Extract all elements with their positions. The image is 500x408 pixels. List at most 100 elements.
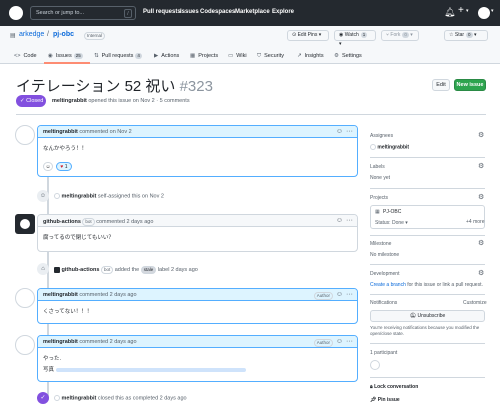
create-branch-link[interactable]: Create a branch bbox=[370, 282, 406, 288]
nav-codespaces[interactable]: Codespaces bbox=[200, 9, 235, 15]
book-icon: ▭ bbox=[228, 53, 234, 59]
issue-title-text: イテレーション 52 祝い bbox=[16, 78, 176, 95]
tab-pull-requests-label: Pull requests bbox=[101, 53, 134, 59]
event-author[interactable]: meltingrabbit bbox=[62, 395, 97, 401]
github-logo-icon[interactable] bbox=[9, 6, 23, 20]
nav-issues[interactable]: Issues bbox=[180, 9, 199, 15]
graph-icon: ↗ bbox=[297, 53, 302, 59]
kebab-icon[interactable]: ··· bbox=[346, 217, 353, 224]
kebab-icon[interactable]: ··· bbox=[346, 291, 353, 298]
edit-button[interactable]: Edit bbox=[432, 79, 450, 91]
project-name[interactable]: PJ-OBC bbox=[383, 209, 401, 215]
blurred-link[interactable] bbox=[55, 367, 246, 372]
project-status[interactable]: Status: Done ▾ bbox=[375, 220, 408, 226]
projects-more[interactable]: +4 more bbox=[466, 219, 484, 225]
avatar[interactable] bbox=[15, 125, 35, 145]
gear-icon[interactable]: ⚙ bbox=[478, 239, 484, 247]
smiley-icon[interactable]: ☺ bbox=[336, 217, 343, 224]
assignee[interactable]: meltingrabbit bbox=[370, 144, 409, 150]
gear-icon[interactable]: ⚙ bbox=[478, 162, 484, 170]
kebab-icon[interactable]: ··· bbox=[346, 128, 353, 135]
tab-issues-label: Issues bbox=[55, 53, 72, 59]
search-input[interactable]: Search or jump to... / bbox=[30, 6, 136, 20]
table-icon: ▦ bbox=[190, 53, 196, 59]
avatar[interactable] bbox=[15, 335, 35, 355]
kebab-icon[interactable]: ··· bbox=[346, 338, 353, 345]
tab-settings[interactable]: ⚙ Settings bbox=[334, 53, 362, 59]
unsubscribe-button[interactable]: 🔕︎ Unsubscribe bbox=[370, 310, 485, 322]
pin-issue[interactable]: 📌︎ Pin issue bbox=[370, 397, 400, 403]
plus-icon[interactable]: + bbox=[458, 5, 464, 16]
tab-wiki[interactable]: ▭ Wiki bbox=[228, 53, 247, 59]
smiley-icon[interactable]: ☺ bbox=[336, 128, 343, 135]
star-button[interactable]: ☆ Star 0 ▾ bbox=[444, 30, 488, 41]
gear-icon[interactable]: ⚙ bbox=[478, 131, 484, 139]
customize-link[interactable]: Customize bbox=[463, 300, 487, 306]
comment-body-line-2: 写真 bbox=[43, 365, 352, 373]
repo-name[interactable]: pj-obc bbox=[53, 31, 74, 38]
avatar[interactable] bbox=[54, 395, 60, 401]
new-issue-button[interactable]: New issue bbox=[454, 79, 486, 91]
nav-marketplace[interactable]: Marketplace bbox=[235, 9, 270, 15]
tab-issues[interactable]: ◉ Issues 25 bbox=[48, 53, 83, 59]
comment-time[interactable]: commented 2 days ago bbox=[79, 292, 136, 298]
project-status-text: Status: Done bbox=[375, 220, 404, 226]
reaction-add-button[interactable]: ☺ bbox=[43, 162, 53, 171]
comment-time[interactable]: commented 2 days ago bbox=[96, 219, 153, 225]
comment-time[interactable]: commented on Nov 2 bbox=[79, 129, 131, 135]
gear-icon[interactable]: ⚙ bbox=[478, 193, 484, 201]
github-actions-avatar[interactable] bbox=[15, 214, 35, 234]
assign-event: meltingrabbit self-assigned this on Nov … bbox=[54, 193, 164, 199]
status-text: Closed bbox=[26, 98, 44, 104]
participants-heading: 1 participant bbox=[370, 350, 398, 356]
tab-projects[interactable]: ▦ Projects bbox=[190, 53, 218, 59]
fork-count: 0 bbox=[402, 32, 409, 38]
comment-author[interactable]: meltingrabbit bbox=[43, 129, 78, 135]
tab-actions[interactable]: ▶ Actions bbox=[154, 53, 179, 59]
assignee-name: meltingrabbit bbox=[377, 144, 410, 151]
label-event: github-actions bot added the stale label… bbox=[54, 266, 198, 274]
edit-pins-button[interactable]: ⊙ Edit Pins ▾ bbox=[287, 30, 329, 41]
repo-owner[interactable]: arkedge bbox=[19, 31, 44, 38]
watch-button[interactable]: ◉ Watch 1 ▾ bbox=[334, 30, 376, 47]
tab-code[interactable]: <> Code bbox=[14, 53, 37, 59]
avatar[interactable] bbox=[478, 7, 490, 19]
event-text-2: label 2 days ago bbox=[157, 267, 198, 273]
smiley-icon[interactable]: ☺ bbox=[336, 338, 343, 345]
notifications-heading: Notifications bbox=[370, 300, 398, 306]
comment-author[interactable]: github-actions bbox=[43, 219, 81, 225]
tab-insights[interactable]: ↗ Insights bbox=[297, 53, 324, 59]
comment-author[interactable]: meltingrabbit bbox=[43, 292, 78, 298]
lock-conversation[interactable]: 🔒︎ Lock conversation bbox=[370, 384, 418, 390]
gear-icon[interactable]: ⚙ bbox=[478, 269, 484, 277]
bell-icon[interactable]: 🔔︎ bbox=[444, 7, 455, 18]
divider bbox=[370, 264, 485, 265]
event-author[interactable]: github-actions bbox=[62, 267, 100, 273]
avatar[interactable] bbox=[15, 288, 35, 308]
reaction-heart-button[interactable]: ♥ 1 bbox=[56, 162, 72, 171]
avatar[interactable] bbox=[54, 193, 60, 199]
avatar[interactable] bbox=[54, 266, 60, 273]
fork-button[interactable]: ⑂ Fork 0 ▾ bbox=[381, 30, 419, 41]
event-author[interactable]: meltingrabbit bbox=[62, 193, 97, 199]
tab-pull-requests[interactable]: ⇅ Pull requests 4 bbox=[94, 53, 142, 59]
issue-author[interactable]: meltingrabbit bbox=[52, 98, 87, 104]
avatar[interactable] bbox=[370, 360, 380, 370]
comment-header: meltingrabbit commented 2 days ago Autho… bbox=[38, 289, 357, 301]
comment-body: 腐ってるので閉じてもいい？ bbox=[43, 235, 114, 241]
smiley-icon[interactable]: ☺ bbox=[336, 291, 343, 298]
comment-time[interactable]: commented 2 days ago bbox=[79, 339, 136, 345]
comment-body: なんかやろう！！ bbox=[43, 146, 88, 152]
visibility-badge: Internal bbox=[84, 32, 106, 40]
nav-explore[interactable]: Explore bbox=[272, 9, 294, 15]
chevron-down-icon[interactable]: ▾ bbox=[466, 8, 469, 14]
chevron-down-icon[interactable]: ▾ bbox=[491, 8, 494, 14]
person-icon: ☺ bbox=[37, 190, 49, 202]
stale-label[interactable]: stale bbox=[140, 266, 157, 274]
tab-pull-requests-count: 4 bbox=[135, 53, 142, 59]
comment-author[interactable]: meltingrabbit bbox=[43, 339, 78, 345]
search-placeholder: Search or jump to... bbox=[36, 10, 84, 16]
nav-pull-requests[interactable]: Pull requests bbox=[143, 9, 181, 15]
divider bbox=[16, 114, 486, 115]
tab-security[interactable]: ⛉ Security bbox=[257, 53, 284, 60]
